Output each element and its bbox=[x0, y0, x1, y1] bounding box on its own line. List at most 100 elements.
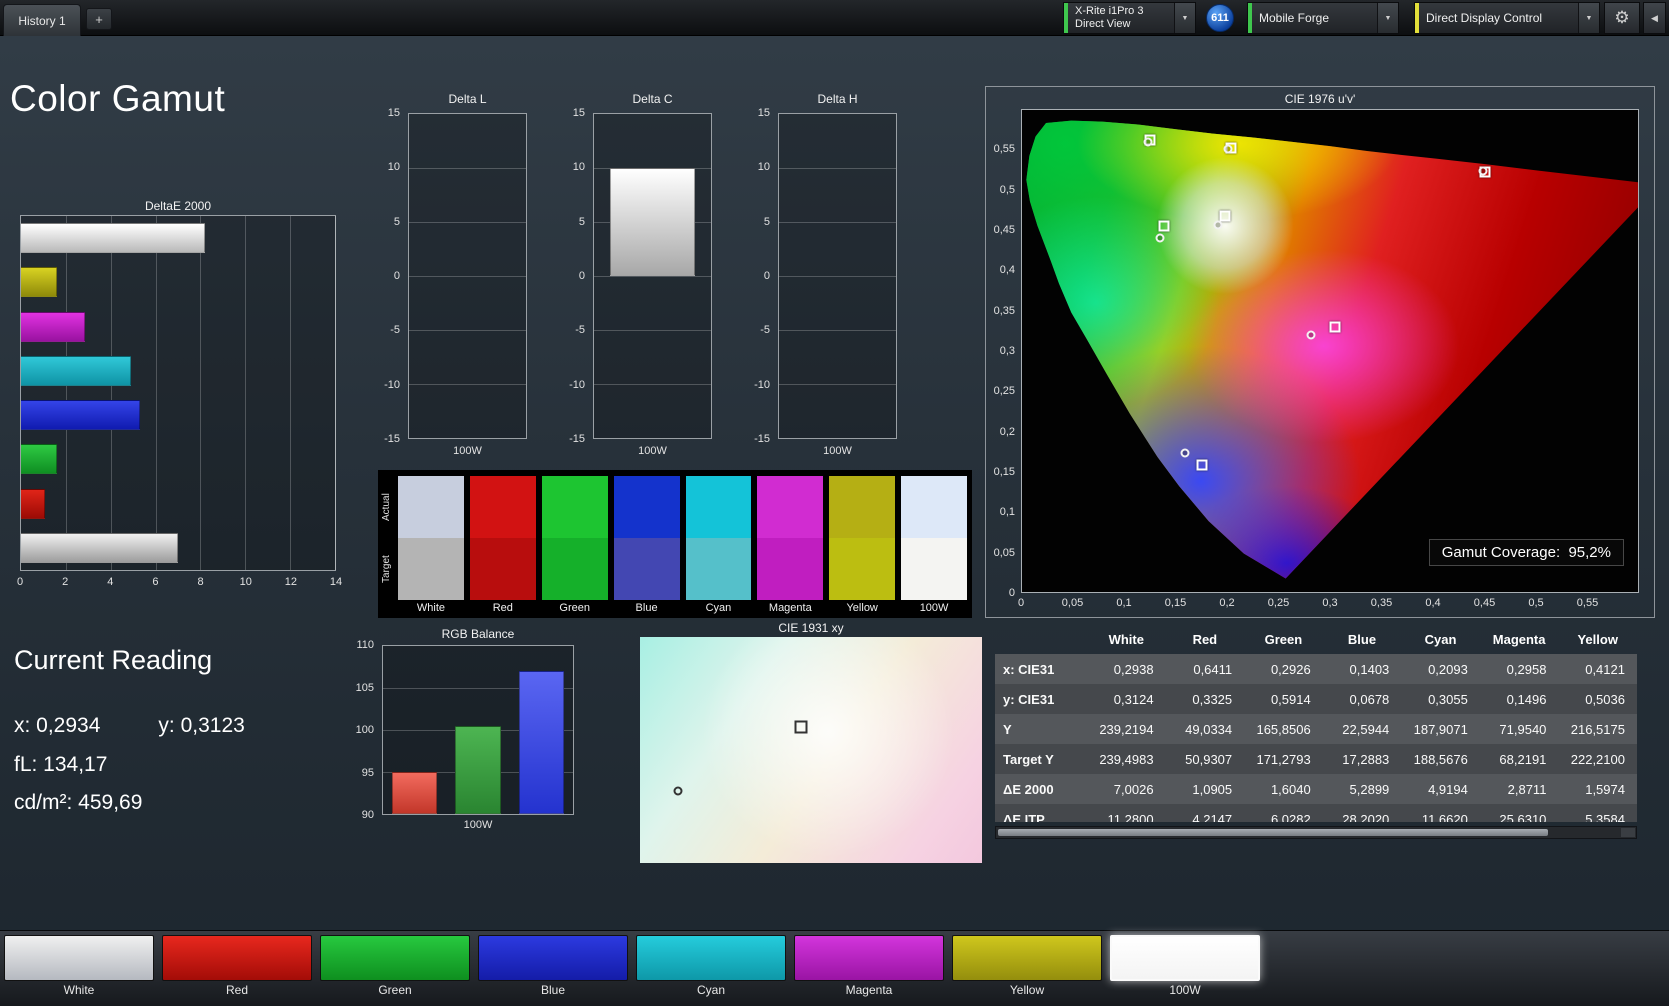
axis-tick-label: 0,55 bbox=[994, 143, 1015, 155]
gridline bbox=[335, 216, 336, 570]
patch-button-red[interactable]: Red bbox=[162, 935, 312, 999]
swatch-column-blue: Blue bbox=[614, 476, 680, 615]
gridline bbox=[779, 276, 896, 277]
patch-label: Cyan bbox=[636, 981, 786, 999]
delta-l-chart: Delta L 151050-5-10-15 100W bbox=[378, 92, 528, 464]
table-cell: 71,9540 bbox=[1480, 722, 1559, 737]
gridline bbox=[779, 222, 896, 223]
table-cell: 1,0905 bbox=[1166, 782, 1245, 797]
source-name: Mobile Forge bbox=[1259, 12, 1370, 25]
plot-area bbox=[593, 113, 712, 439]
chevron-down-icon[interactable]: ▼ bbox=[1174, 3, 1195, 33]
table-cell: 0,3124 bbox=[1087, 692, 1166, 707]
axis-tick-label: 5 bbox=[764, 216, 770, 228]
table-cell: 222,2100 bbox=[1558, 752, 1637, 767]
gridline bbox=[111, 216, 112, 570]
table-header-cell: Cyan bbox=[1401, 632, 1480, 647]
color-swatch bbox=[952, 935, 1102, 981]
delta-c-chart: Delta C 151050-5-10-15 100W bbox=[563, 92, 713, 464]
axis-tick-label: 5 bbox=[394, 216, 400, 228]
axis-tick-label: 100 bbox=[356, 724, 374, 736]
patch-buttons: White Red GreenBlue Cyan Magenta Yellow 100W bbox=[4, 935, 1260, 999]
tab-history-1[interactable]: History 1 bbox=[3, 4, 81, 36]
axis-tick-label: 0,5 bbox=[1000, 184, 1015, 196]
chevron-down-icon[interactable]: ▼ bbox=[1377, 3, 1398, 33]
axis-tick-label: 0,15 bbox=[994, 466, 1015, 478]
axis-tick-label: 0,4 bbox=[1000, 264, 1015, 276]
patch-button-white[interactable]: White bbox=[4, 935, 154, 999]
axis-tick-label: -10 bbox=[384, 379, 400, 391]
table-cell: 187,9071 bbox=[1401, 722, 1480, 737]
axis-tick-label: -5 bbox=[575, 324, 585, 336]
cie1976-y-axis: 00,050,10,150,20,250,30,350,40,450,50,55 bbox=[986, 109, 1018, 593]
color-swatch bbox=[320, 935, 470, 981]
axis-tick-label: -10 bbox=[569, 379, 585, 391]
settings-button[interactable]: ⚙ bbox=[1604, 2, 1640, 34]
plot-area bbox=[382, 645, 574, 815]
patch-button-blue[interactable]: Blue bbox=[478, 935, 628, 999]
table-horizontal-scrollbar[interactable] bbox=[995, 826, 1637, 839]
swatch-column-green: Green bbox=[542, 476, 608, 615]
meter-status-badge: 611 bbox=[1206, 4, 1234, 32]
meter-label: X-Rite i1Pro 3 Direct View bbox=[1068, 3, 1174, 33]
gridline bbox=[409, 168, 526, 169]
patch-button-magenta[interactable]: Magenta bbox=[794, 935, 944, 999]
patch-button-green[interactable]: Green bbox=[320, 935, 470, 999]
patch-label: Red bbox=[162, 981, 312, 999]
table-cell: 0,3325 bbox=[1166, 692, 1245, 707]
scrollbar-thumb[interactable] bbox=[998, 829, 1548, 836]
gridline bbox=[290, 216, 291, 570]
table-cell: 0,1403 bbox=[1323, 662, 1402, 677]
table-cell: 17,2883 bbox=[1323, 752, 1402, 767]
axis-tick-label: 0,15 bbox=[1165, 597, 1186, 609]
table-cell: 0,2938 bbox=[1087, 662, 1166, 677]
axis-tick-label: 0,05 bbox=[994, 547, 1015, 559]
color-swatch bbox=[162, 935, 312, 981]
patch-button-yellow[interactable]: Yellow bbox=[952, 935, 1102, 999]
patch-label: Yellow bbox=[952, 981, 1102, 999]
table-cell: 171,2793 bbox=[1244, 752, 1323, 767]
measured-marker-magenta bbox=[1307, 330, 1316, 339]
gridline bbox=[409, 276, 526, 277]
axis-tick-label: -5 bbox=[390, 324, 400, 336]
color-swatch bbox=[794, 935, 944, 981]
color-swatch bbox=[4, 935, 154, 981]
gridline bbox=[245, 216, 246, 570]
axis-tick-label: 0 bbox=[1018, 597, 1024, 609]
gridline bbox=[779, 168, 896, 169]
collapse-panel-button[interactable]: ◀ bbox=[1643, 2, 1666, 34]
table-cell: 4,9194 bbox=[1401, 782, 1480, 797]
actual-target-swatch-strip: Actual Target WhiteRedGreenBlueCyanMagen… bbox=[378, 470, 972, 618]
swatch-target bbox=[470, 538, 536, 600]
meter-dropdown[interactable]: X-Rite i1Pro 3 Direct View ▼ bbox=[1063, 2, 1196, 34]
swatch-actual bbox=[542, 476, 608, 538]
source-dropdown[interactable]: Mobile Forge ▼ bbox=[1247, 2, 1399, 34]
add-tab-button[interactable]: + bbox=[86, 8, 112, 30]
scrollbar-end-cap bbox=[1621, 828, 1635, 837]
workflow-dropdown[interactable]: Direct Display Control ▼ bbox=[1414, 2, 1600, 34]
reading-fl-value: fL: 134,17 bbox=[14, 753, 107, 777]
axis-tick-label: 0,45 bbox=[994, 224, 1015, 236]
swatch-actual bbox=[614, 476, 680, 538]
delta-h-chart: Delta H 151050-5-10-15 100W bbox=[748, 92, 898, 464]
table-header-cell: Yellow bbox=[1558, 632, 1637, 647]
chart-title: RGB Balance bbox=[382, 627, 574, 641]
swatch-label: Yellow bbox=[829, 600, 895, 615]
table-header-cell: White bbox=[1087, 632, 1166, 647]
chevron-down-icon[interactable]: ▼ bbox=[1578, 3, 1599, 33]
table-cell: 1,6040 bbox=[1244, 782, 1323, 797]
swatch-label: 100W bbox=[901, 600, 967, 615]
patch-button-100w[interactable]: 100W bbox=[1110, 935, 1260, 999]
value-bar-red bbox=[392, 772, 438, 814]
target-marker-magenta bbox=[1330, 322, 1341, 333]
patch-label: 100W bbox=[1110, 981, 1260, 999]
axis-tick-label: 105 bbox=[356, 682, 374, 694]
tab-label: History 1 bbox=[18, 14, 65, 28]
chart-title: Delta L bbox=[408, 92, 527, 106]
gamut-coverage-readout: Gamut Coverage: 95,2% bbox=[1429, 539, 1624, 566]
axis-tick-label: 0 bbox=[394, 270, 400, 282]
patch-button-cyan[interactable]: Cyan bbox=[636, 935, 786, 999]
axis-tick-label: 0 bbox=[17, 576, 23, 588]
deltae-bar-green bbox=[21, 444, 57, 474]
axis-tick-label: 0,1 bbox=[1116, 597, 1131, 609]
